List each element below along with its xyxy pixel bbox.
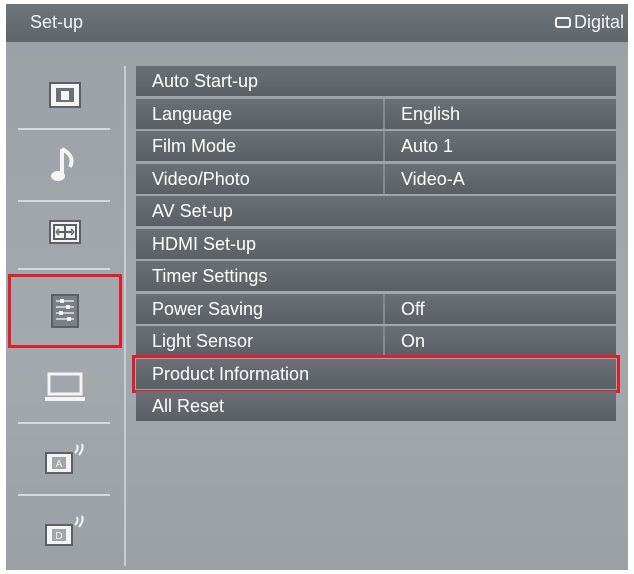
pc-icon xyxy=(45,372,85,401)
menu-item-label: Light Sensor xyxy=(152,331,254,351)
menu-item-product-information[interactable]: Product Information xyxy=(132,354,620,393)
menu-item-label: HDMI Set-up xyxy=(152,233,257,254)
menu-item-auto-start-up[interactable]: Auto Start-up xyxy=(136,66,616,96)
setup-menu-list: Auto Start-up Language English Film Mode… xyxy=(132,66,620,424)
menu-item-hdmi-set-up[interactable]: HDMI Set-up xyxy=(136,228,616,259)
menu-item-all-reset[interactable]: All Reset xyxy=(136,391,616,421)
menu-item-av-set-up[interactable]: AV Set-up xyxy=(136,196,616,226)
sidebar-item-picture[interactable] xyxy=(8,60,122,130)
input-source-badge: Digital xyxy=(554,12,624,33)
title-bar: Set-up Digital xyxy=(6,4,628,42)
menu-item-label: Video/Photo xyxy=(152,168,250,189)
sidebar-separator xyxy=(18,268,110,270)
menu-item-value: Auto 1 xyxy=(383,131,616,161)
menu-item-label: Power Saving xyxy=(152,298,264,319)
svg-text:A: A xyxy=(56,459,63,470)
menu-item-label: Auto Start-up xyxy=(152,71,259,91)
sidebar-item-screen[interactable] xyxy=(8,197,122,267)
sidebar-item-analog[interactable]: A xyxy=(8,424,122,494)
menu-item-label: All Reset xyxy=(152,396,225,416)
screen-outline-icon xyxy=(554,17,571,28)
menu-item-power-saving[interactable]: Power Saving Off xyxy=(136,293,616,324)
sidebar-item-digital[interactable]: D xyxy=(8,496,122,566)
screen-adjust-icon xyxy=(49,220,81,244)
setup-menu-screen: Set-up Digital A D Auto Start-up Languag… xyxy=(6,4,628,570)
sidebar-item-pc[interactable] xyxy=(8,352,122,422)
analog-antenna-icon: A xyxy=(45,443,84,474)
sidebar-divider xyxy=(124,66,126,566)
menu-item-value: On xyxy=(383,326,616,356)
menu-item-value: English xyxy=(383,98,616,129)
menu-item-value: Video-A xyxy=(383,163,616,194)
menu-item-timer-settings[interactable]: Timer Settings xyxy=(136,261,616,291)
menu-item-label: Language xyxy=(152,103,233,124)
sidebar-item-setup[interactable] xyxy=(8,274,122,348)
input-source-label: Digital xyxy=(573,12,624,32)
menu-item-video-photo[interactable]: Video/Photo Video-A xyxy=(136,163,616,194)
svg-text:D: D xyxy=(55,531,62,542)
menu-item-label: AV Set-up xyxy=(152,201,233,221)
settings-icon xyxy=(51,294,79,328)
picture-icon xyxy=(49,82,81,108)
menu-item-label: Film Mode xyxy=(152,136,237,156)
menu-item-label: Timer Settings xyxy=(152,266,268,286)
menu-item-light-sensor[interactable]: Light Sensor On xyxy=(136,326,616,356)
digital-antenna-icon: D xyxy=(45,515,84,546)
menu-item-value: Off xyxy=(383,293,616,324)
menu-item-film-mode[interactable]: Film Mode Auto 1 xyxy=(136,131,616,161)
music-note-icon xyxy=(51,147,74,181)
page-title: Set-up xyxy=(30,12,84,32)
menu-item-label: Product Information xyxy=(152,363,310,384)
sidebar-item-sound[interactable] xyxy=(8,130,122,200)
menu-item-language[interactable]: Language English xyxy=(136,98,616,129)
